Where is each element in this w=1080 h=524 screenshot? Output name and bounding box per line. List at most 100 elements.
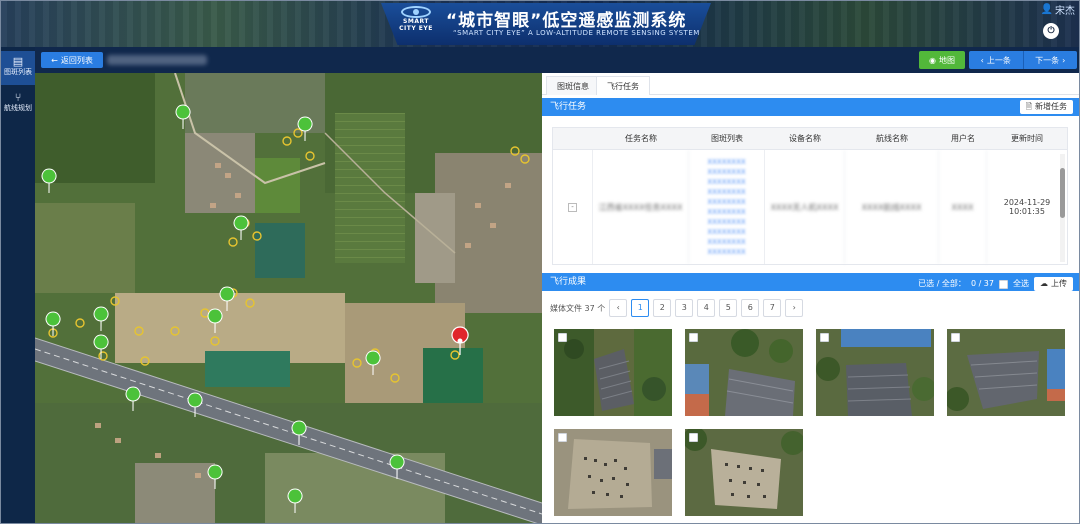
tab-patch-info[interactable]: 图斑信息	[546, 76, 600, 95]
patch-link[interactable]: XXXXXXXX	[707, 207, 745, 217]
tab-flight-task[interactable]: 飞行任务	[596, 76, 650, 95]
upload-label: 上传	[1051, 279, 1067, 288]
upload-button[interactable]: ☁ 上传	[1034, 277, 1073, 291]
page-button[interactable]: 7	[763, 299, 782, 317]
chevron-right-icon: ›	[1062, 55, 1066, 65]
app-subtitle: “SMART CITY EYE” A LOW-ALTITUDE REMOTE S…	[453, 29, 700, 37]
page-button[interactable]: 3	[675, 299, 694, 317]
chevron-left-icon: ‹	[980, 55, 984, 65]
record-nav: ‹ 上一条 下一条 ›	[969, 51, 1077, 69]
cloud-upload-icon: ☁	[1040, 279, 1048, 288]
table-header: 图斑列表	[689, 128, 765, 150]
app-window: SMART CITY EYE “城市智眼”低空遥感监测系统 “SMART CIT…	[0, 0, 1080, 524]
media-thumbnail[interactable]	[554, 329, 672, 416]
prev-label: 上一条	[986, 55, 1011, 65]
tab-bar: 图斑信息 飞行任务	[542, 73, 1079, 95]
table-header: 更新时间	[987, 128, 1067, 150]
top-toolbar: ← 返回列表 ◉ 地图 ‹ 上一条 下一条 ›	[35, 47, 1079, 73]
sidebar-item-label: 航线规划	[4, 104, 32, 112]
route-icon: ⑂	[14, 91, 22, 104]
update-time-cell: 2024-11-29 10:01:35	[987, 150, 1067, 264]
device-name-cell: XXXX无人机XXXX	[765, 150, 845, 264]
select-all-checkbox[interactable]	[999, 279, 1008, 289]
table-header-expand	[553, 128, 593, 150]
page-button[interactable]: 5	[719, 299, 738, 317]
flight-results-title: 飞行成果	[550, 277, 587, 287]
sidebar-item-patch-list[interactable]: ▤ 图斑列表	[1, 51, 35, 85]
media-thumbnail[interactable]	[816, 329, 934, 416]
patch-link[interactable]: XXXXXXXX	[707, 197, 745, 207]
next-page-button[interactable]: ›	[785, 299, 804, 317]
table-header: 航线名称	[845, 128, 939, 150]
patch-link[interactable]: XXXXXXXX	[707, 237, 745, 247]
redacted-record-name	[107, 55, 207, 65]
media-thumbnail[interactable]	[685, 329, 803, 416]
logo-line2: CITY EYE	[399, 25, 433, 32]
patch-link[interactable]: XXXXXXXX	[707, 177, 745, 187]
media-thumbnail[interactable]	[554, 429, 672, 516]
route-name-cell: XXXX航线XXXX	[845, 150, 939, 264]
thumbnail-checkbox[interactable]	[820, 333, 829, 342]
map-pin-icon: ◉	[929, 55, 936, 65]
logo-line1: SMART	[403, 18, 429, 25]
user-icon: 👤	[1040, 4, 1053, 15]
thumbnail-checkbox[interactable]	[689, 433, 698, 442]
prev-button[interactable]: ‹ 上一条	[969, 51, 1024, 69]
document-add-icon: 🗎	[1025, 102, 1032, 111]
flight-task-title: 飞行任务	[550, 102, 587, 112]
power-icon[interactable]: ⏻	[1043, 23, 1059, 39]
thumbnail-checkbox[interactable]	[558, 333, 567, 342]
patch-link[interactable]: XXXXXXXX	[707, 167, 745, 177]
table-scrollbar-thumb[interactable]	[1060, 168, 1065, 218]
task-name-cell: 江西省XXXX任务XXXX	[593, 150, 689, 264]
thumbnail-checkbox[interactable]	[689, 333, 698, 342]
thumbnail-checkbox[interactable]	[951, 333, 960, 342]
add-task-button[interactable]: 🗎 新增任务	[1019, 100, 1073, 114]
select-all-label: 全选	[1013, 279, 1029, 288]
satellite-map[interactable]	[35, 73, 542, 524]
map-canvas[interactable]	[35, 73, 542, 524]
table-header: 任务名称	[593, 128, 689, 150]
prev-page-button[interactable]: ‹	[609, 299, 628, 317]
flight-task-table: 任务名称 图斑列表 设备名称 航线名称 用户名 更新时间 - 江西省XXXX任务…	[552, 127, 1068, 265]
page-button[interactable]: 2	[653, 299, 672, 317]
photo-1-image	[554, 329, 672, 416]
media-thumbnail[interactable]	[685, 429, 803, 516]
photo-4-image	[947, 329, 1065, 416]
sidebar: ▤ 图斑列表 ⑂ 航线规划	[1, 47, 35, 523]
selected-count: 0 / 37	[970, 279, 994, 288]
table-header: 设备名称	[765, 128, 845, 150]
media-thumbnail[interactable]	[947, 329, 1065, 416]
table-row-expand[interactable]: -	[553, 150, 593, 264]
selection-info: 已选 / 全部： 0 / 37 全选 ☁ 上传	[918, 275, 1073, 293]
page-button[interactable]: 1	[631, 299, 650, 317]
patch-list-cell: XXXXXXXX XXXXXXXX XXXXXXXX XXXXXXXX XXXX…	[689, 150, 765, 264]
detail-panel: 图斑信息 飞行任务 飞行任务 🗎 新增任务 任务名称 图斑列表 设备名称 航线名…	[542, 73, 1079, 523]
add-task-label: 新增任务	[1035, 102, 1067, 111]
app-logo: SMART CITY EYE	[399, 6, 433, 40]
username-cell: XXXX	[939, 150, 987, 264]
table-header: 用户名	[939, 128, 987, 150]
eye-logo-icon	[401, 6, 431, 18]
user-menu[interactable]: 👤 宋杰	[1041, 2, 1075, 17]
patch-link[interactable]: XXXXXXXX	[707, 157, 745, 167]
app-title: “城市智眼”低空遥感监测系统	[446, 11, 687, 31]
back-to-list-button[interactable]: ← 返回列表	[41, 52, 103, 68]
next-button[interactable]: 下一条 ›	[1023, 51, 1077, 69]
patch-link[interactable]: XXXXXXXX	[707, 217, 745, 227]
sidebar-item-route-planning[interactable]: ⑂ 航线规划	[1, 89, 35, 119]
patch-link[interactable]: XXXXXXXX	[707, 247, 745, 257]
page-button[interactable]: 4	[697, 299, 716, 317]
update-time: 10:01:35	[1009, 207, 1045, 216]
next-label: 下一条	[1035, 55, 1060, 65]
sidebar-item-label: 图斑列表	[4, 68, 32, 76]
patch-link[interactable]: XXXXXXXX	[707, 187, 745, 197]
map-button[interactable]: ◉ 地图	[919, 51, 965, 69]
selected-label: 已选 / 全部：	[918, 279, 966, 288]
thumbnail-checkbox[interactable]	[558, 433, 567, 442]
page-button[interactable]: 6	[741, 299, 760, 317]
arrow-left-icon: ←	[51, 55, 58, 65]
photo-5-image	[554, 429, 672, 516]
expand-icon[interactable]: -	[568, 202, 577, 212]
patch-link[interactable]: XXXXXXXX	[707, 227, 745, 237]
